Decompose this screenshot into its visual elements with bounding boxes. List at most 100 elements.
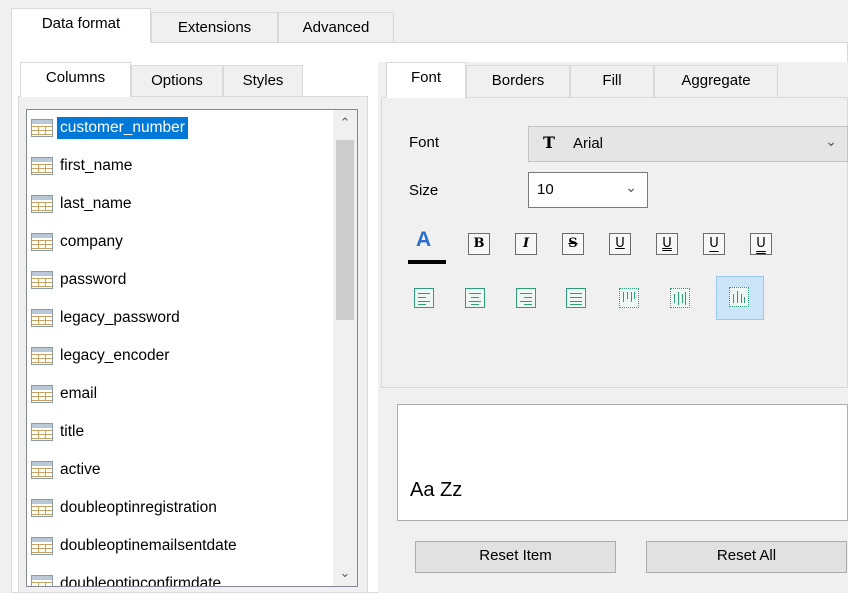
list-scrollbar[interactable]: ⌃ ⌄ xyxy=(333,110,357,586)
table-column-icon xyxy=(31,385,53,403)
column-name: doubleoptinregistration xyxy=(60,499,217,516)
tab-borders[interactable]: Borders xyxy=(466,65,570,98)
strikeout-icon: S xyxy=(568,236,578,251)
tab-options-label: Options xyxy=(151,72,203,89)
align-center-icon[interactable] xyxy=(465,288,485,308)
scroll-up-icon[interactable]: ⌃ xyxy=(333,110,357,136)
valign-center-icon[interactable] xyxy=(670,288,690,308)
tab-styles-label: Styles xyxy=(242,72,284,89)
chevron-down-icon: ⌄ xyxy=(825,133,837,149)
scrollbar-thumb[interactable] xyxy=(336,140,354,320)
table-column-icon xyxy=(31,195,53,213)
tab-fill[interactable]: Fill xyxy=(570,65,654,98)
align-right-icon[interactable] xyxy=(516,288,536,308)
tab-columns[interactable]: Columns xyxy=(20,62,131,97)
table-column-icon xyxy=(31,575,53,586)
table-column-icon xyxy=(31,119,53,137)
tab-extensions-label: Extensions xyxy=(177,19,252,36)
column-list-item[interactable]: password xyxy=(31,268,129,292)
tab-fill-label: Fill xyxy=(602,72,622,89)
column-name: doubleoptinemailsentdate xyxy=(60,537,237,554)
column-list-item[interactable]: last_name xyxy=(31,192,135,216)
column-list[interactable]: customer_number first_name last_namecompan… xyxy=(26,109,358,587)
scroll-down-icon[interactable]: ⌄ xyxy=(333,560,357,586)
font-color-bar xyxy=(408,260,446,264)
double-underline-icon: U xyxy=(662,236,672,251)
truetype-font-icon: T xyxy=(543,133,555,152)
column-name: email xyxy=(60,385,98,402)
tab-font-label: Font xyxy=(410,69,441,86)
font-color-icon: A xyxy=(416,228,432,251)
column-name: password xyxy=(60,271,127,288)
column-list-item[interactable]: title xyxy=(31,420,87,444)
tab-borders-label: Borders xyxy=(491,72,545,89)
column-name: legacy_encoder xyxy=(60,347,170,364)
tab-aggregate-label: Aggregate xyxy=(681,72,751,89)
table-column-icon xyxy=(31,423,53,441)
font-select[interactable]: T Arial ⌄ xyxy=(528,126,848,162)
double-accounting-underline-button[interactable]: U xyxy=(750,233,772,255)
underline-icon: U xyxy=(615,236,625,251)
table-column-icon xyxy=(31,537,53,555)
reset-item-button[interactable]: Reset Item xyxy=(415,541,616,573)
column-list-item[interactable]: company xyxy=(31,230,126,254)
tab-advanced[interactable]: Advanced xyxy=(278,12,394,43)
column-list-item[interactable]: email xyxy=(31,382,100,406)
bold-icon: B xyxy=(473,236,485,251)
column-list-item[interactable]: active xyxy=(31,458,104,482)
column-name: title xyxy=(60,423,85,440)
font-label: Font xyxy=(409,134,440,151)
accounting-underline-icon: U xyxy=(709,236,719,251)
table-column-icon xyxy=(31,347,53,365)
font-color-button[interactable]: A xyxy=(408,228,446,264)
double-underline-button[interactable]: U xyxy=(656,233,678,255)
strikeout-button[interactable]: S xyxy=(562,233,584,255)
valign-bottom-icon xyxy=(729,287,749,307)
tab-options[interactable]: Options xyxy=(131,65,223,97)
column-name: active xyxy=(60,461,101,478)
table-column-icon xyxy=(31,271,53,289)
align-justify-icon[interactable] xyxy=(566,288,586,308)
column-name: last_name xyxy=(60,195,132,212)
reset-all-button[interactable]: Reset All xyxy=(646,541,847,573)
tab-aggregate[interactable]: Aggregate xyxy=(654,65,778,98)
tab-extensions[interactable]: Extensions xyxy=(151,12,278,43)
preview-text: Aa Zz xyxy=(410,479,463,501)
tab-columns-label: Columns xyxy=(45,69,106,86)
double-accounting-underline-icon: U xyxy=(756,236,766,251)
table-column-icon xyxy=(31,157,53,175)
column-list-item[interactable]: doubleoptinemailsentdate xyxy=(31,534,240,558)
table-column-icon xyxy=(31,309,53,327)
column-list-item[interactable]: doubleoptinconfirmdate xyxy=(31,572,224,586)
size-select[interactable]: 10 ⌄ xyxy=(528,172,648,208)
italic-icon: I xyxy=(522,236,530,251)
tab-styles[interactable]: Styles xyxy=(223,65,303,97)
underline-button[interactable]: U xyxy=(609,233,631,255)
column-name: legacy_password xyxy=(60,309,180,326)
column-name: first_name xyxy=(60,157,133,174)
column-name: company xyxy=(60,233,123,250)
column-name: customer_number xyxy=(57,117,188,139)
column-list-item[interactable]: customer_number xyxy=(31,116,188,140)
italic-button[interactable]: I xyxy=(515,233,537,255)
valign-top-icon[interactable] xyxy=(619,288,639,308)
valign-bottom-button[interactable] xyxy=(716,276,764,320)
column-list-item[interactable]: legacy_password xyxy=(31,306,183,330)
table-column-icon xyxy=(31,499,53,517)
bold-button[interactable]: B xyxy=(468,233,490,255)
align-left-icon[interactable] xyxy=(414,288,434,308)
column-list-item[interactable]: doubleoptinregistration xyxy=(31,496,220,520)
font-preview: Aa Zz xyxy=(397,404,848,521)
accounting-underline-button[interactable]: U xyxy=(703,233,725,255)
tab-advanced-label: Advanced xyxy=(302,19,370,36)
table-column-icon xyxy=(31,233,53,251)
tab-data-format-label: Data format xyxy=(41,15,121,32)
size-label: Size xyxy=(409,182,439,199)
column-list-item[interactable]: first_name xyxy=(31,154,135,178)
column-list-item[interactable]: legacy_encoder xyxy=(31,344,172,368)
tab-font[interactable]: Font xyxy=(386,62,466,98)
tab-data-format[interactable]: Data format xyxy=(11,8,151,43)
font-value: Arial xyxy=(573,135,604,152)
chevron-down-icon: ⌄ xyxy=(625,179,637,195)
table-column-icon xyxy=(31,461,53,479)
